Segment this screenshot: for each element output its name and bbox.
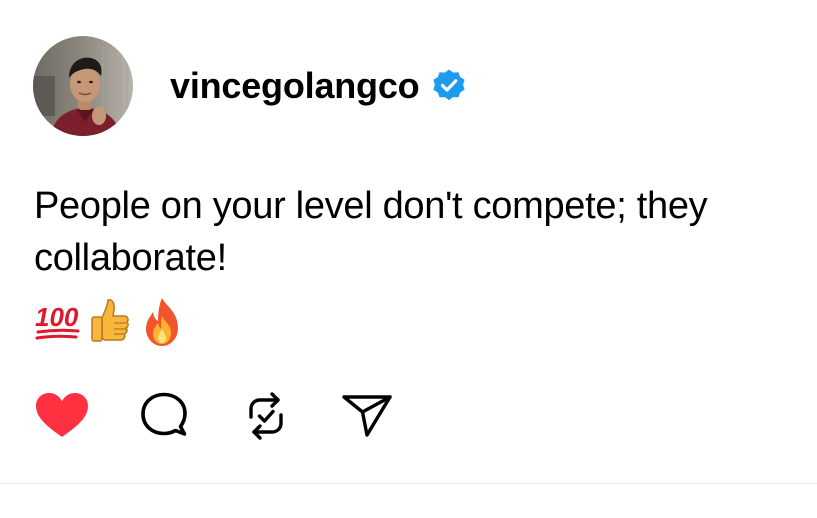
- repost-icon: [249, 392, 283, 440]
- post-divider: [0, 483, 817, 484]
- heart-icon: [36, 393, 88, 437]
- comment-bubble-icon: [141, 392, 187, 436]
- send-icon: [342, 395, 392, 437]
- avatar-photo: [33, 36, 133, 136]
- username[interactable]: vincegolangco: [170, 66, 420, 106]
- hundred-points-icon: 100: [34, 296, 82, 348]
- post-text: People on your level don't compete; they…: [34, 185, 708, 279]
- thumbs-up-icon: [86, 296, 134, 348]
- thread-post: vincegolangco People on your level don't…: [0, 0, 817, 518]
- share-button[interactable]: [340, 390, 396, 442]
- comment-button[interactable]: [136, 390, 192, 442]
- post-header: vincegolangco: [170, 66, 467, 106]
- repost-button[interactable]: [238, 390, 294, 442]
- emoji-row: 100: [34, 296, 186, 348]
- fire-icon: [138, 296, 186, 348]
- verified-badge-icon: [431, 68, 467, 104]
- svg-text:100: 100: [35, 302, 79, 332]
- like-button[interactable]: [34, 390, 90, 442]
- avatar[interactable]: [33, 36, 133, 136]
